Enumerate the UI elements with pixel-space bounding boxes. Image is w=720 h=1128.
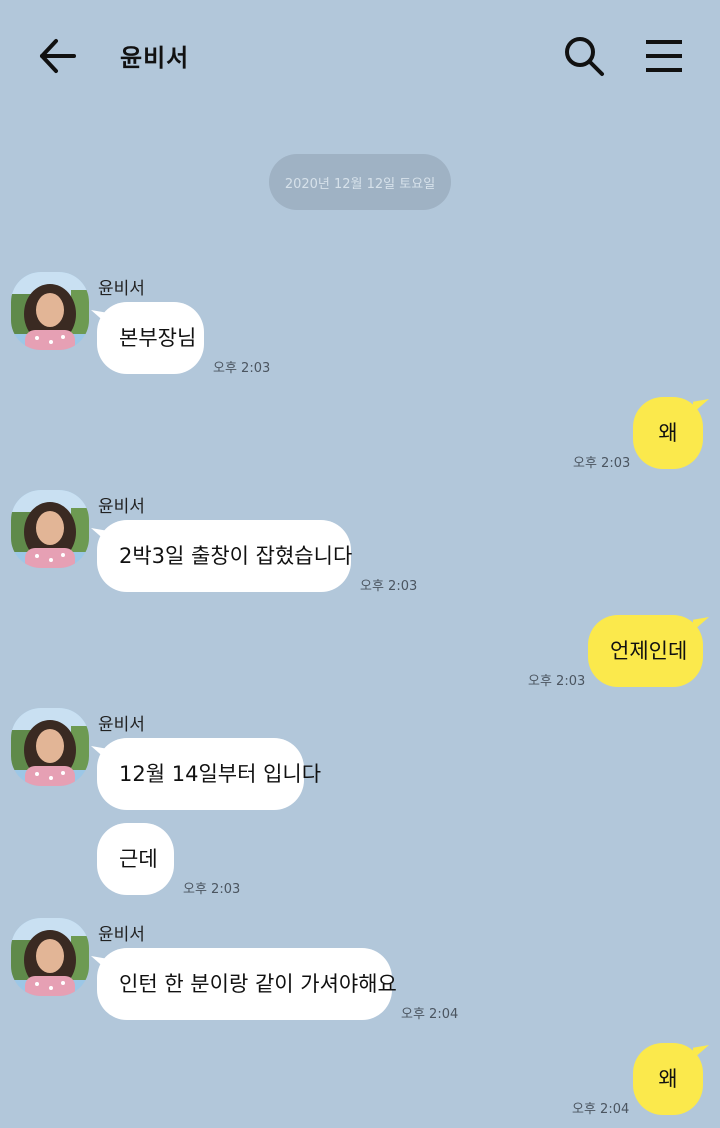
message-bubble[interactable]: 왜 (633, 397, 703, 469)
message-time: 오후 2:03 (573, 456, 631, 471)
message-time: 오후 2:03 (528, 674, 586, 689)
hamburger-menu-icon (646, 40, 682, 72)
message-bubble[interactable]: 12월 14일부터 입니다 (97, 738, 321, 810)
message-time: 오후 2:04 (401, 1007, 459, 1022)
search-icon (565, 37, 604, 76)
arrow-left-icon (40, 39, 76, 73)
sender-name: 윤비서 (98, 497, 145, 517)
chat-title: 윤비서 (120, 44, 190, 72)
message-bubble[interactable]: 언제인데 (588, 615, 703, 687)
profile-photo (11, 272, 89, 350)
message-bubble[interactable]: 본부장님 (97, 302, 204, 374)
back-button[interactable] (34, 34, 82, 78)
sender-name: 윤비서 (98, 279, 145, 299)
menu-button[interactable] (640, 34, 688, 78)
message-bubble[interactable]: 왜 (633, 1043, 703, 1115)
search-button[interactable] (560, 32, 608, 80)
message-bubble[interactable]: 인턴 한 분이랑 같이 가셔야해요 (97, 948, 397, 1020)
sender-avatar[interactable] (11, 272, 89, 350)
message-time: 오후 2:03 (360, 579, 418, 594)
message-time: 오후 2:03 (213, 361, 271, 376)
sender-avatar[interactable] (11, 708, 89, 786)
sender-avatar[interactable] (11, 490, 89, 568)
message-bubble[interactable]: 근데 (97, 823, 174, 895)
sender-avatar[interactable] (11, 918, 89, 996)
profile-photo (11, 918, 89, 996)
profile-photo (11, 708, 89, 786)
message-time: 오후 2:04 (572, 1102, 630, 1117)
message-time: 오후 2:03 (183, 882, 241, 897)
chat-header: 윤비서 (0, 0, 720, 112)
message-bubble[interactable]: 2박3일 출창이 잡혔습니다 (97, 520, 352, 592)
sender-name: 윤비서 (98, 715, 145, 735)
sender-name: 윤비서 (98, 925, 145, 945)
profile-photo (11, 490, 89, 568)
date-divider: 2020년 12월 12일 토요일 (269, 154, 451, 210)
